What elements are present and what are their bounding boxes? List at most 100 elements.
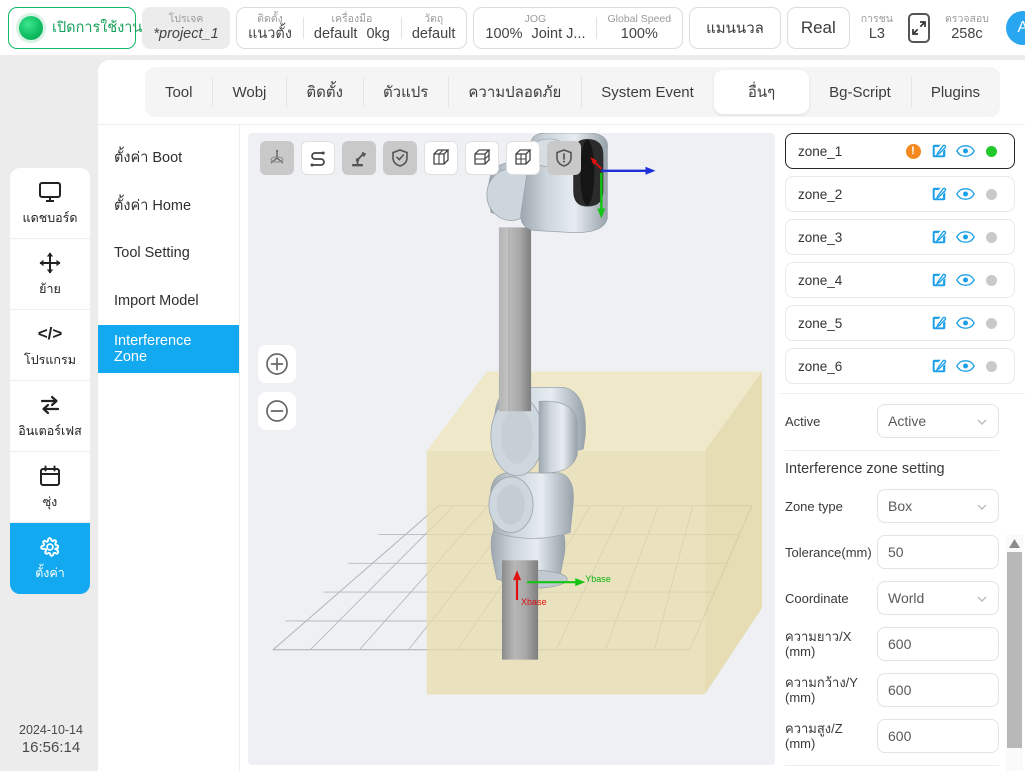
field-zone-type: Zone type Box bbox=[785, 489, 999, 523]
tab-safety[interactable]: ความปลอดภัย bbox=[448, 67, 581, 117]
submenu-item-boot[interactable]: ตั้งค่า Boot bbox=[98, 133, 239, 181]
zone-name-5: zone_5 bbox=[798, 315, 843, 331]
zone-visibility-icon-3[interactable] bbox=[952, 230, 978, 244]
enable-button[interactable]: เปิดการใช้งาน bbox=[8, 6, 142, 49]
real-mode-button[interactable]: Real bbox=[786, 6, 850, 49]
submenu-item-home[interactable]: ตั้งค่า Home bbox=[98, 181, 239, 229]
select-active[interactable]: Active bbox=[877, 404, 999, 438]
zone-visibility-icon-6[interactable] bbox=[952, 359, 978, 373]
global-speed-cell[interactable]: Global Speed 100% bbox=[596, 8, 682, 48]
tab-bg-script[interactable]: Bg-Script bbox=[809, 67, 911, 117]
zone-visibility-icon-5[interactable] bbox=[952, 316, 978, 330]
tab-variables[interactable]: ตัวแปร bbox=[362, 67, 448, 117]
field-height-z: ความสูง/Z (mm) 600 bbox=[785, 719, 999, 753]
zone-visibility-icon-2[interactable] bbox=[952, 187, 978, 201]
speed-group[interactable]: JOG 100% Joint J... Global Speed 100% bbox=[473, 6, 684, 49]
zone-status-dot-3 bbox=[978, 231, 1004, 243]
zone-status-dot-2 bbox=[978, 188, 1004, 200]
zone-list-item-5[interactable]: zone_5 bbox=[785, 305, 1015, 341]
shield-check-icon[interactable] bbox=[383, 141, 417, 175]
zoom-out-button[interactable] bbox=[258, 392, 296, 430]
object-cell[interactable]: วัตถุ default bbox=[400, 8, 467, 48]
zone-list-item-1[interactable]: zone_1 ! bbox=[785, 133, 1015, 169]
zone-edit-icon-4[interactable] bbox=[926, 271, 952, 289]
label-height-z: ความสูง/Z (mm) bbox=[785, 721, 843, 751]
robot-scene: Ybase Xbase bbox=[248, 133, 775, 765]
scrollbar-thumb[interactable] bbox=[1007, 552, 1022, 748]
sidebar-item-program[interactable]: </> โปรแกรม bbox=[10, 310, 90, 381]
mount-tool-object-group[interactable]: ติดตั้ง แนวตั้ง เครื่องมือ default 0kg ว… bbox=[236, 6, 468, 49]
scrollbar-track[interactable] bbox=[1006, 552, 1023, 771]
zone-edit-icon-6[interactable] bbox=[926, 357, 952, 375]
axis-tripod-icon[interactable] bbox=[260, 141, 294, 175]
install-value: แนวตั้ง bbox=[248, 25, 292, 42]
form-scrollbar[interactable] bbox=[1006, 535, 1023, 771]
axis-y-label: Ybase bbox=[585, 574, 611, 584]
zone-edit-icon-2[interactable] bbox=[926, 185, 952, 203]
input-tolerance[interactable]: 50 bbox=[877, 535, 999, 569]
label-zone-type: Zone type bbox=[785, 498, 843, 514]
cube-front-icon[interactable] bbox=[424, 141, 458, 175]
tab-bar: Tool Wobj ติดตั้ง ตัวแปร ความปลอดภัย Sys… bbox=[98, 60, 1025, 124]
submenu-item-import-model[interactable]: Import Model bbox=[98, 277, 239, 325]
zoom-out-icon-wrap[interactable] bbox=[258, 392, 296, 430]
tab-others[interactable]: อื่นๆ bbox=[713, 70, 810, 114]
zone-name-3: zone_3 bbox=[798, 229, 843, 245]
robot-3d-viewport[interactable]: Ybase Xbase bbox=[248, 133, 775, 765]
zone-list-item-2[interactable]: zone_2 bbox=[785, 176, 1015, 212]
manual-mode-button[interactable]: แมนนวล bbox=[689, 6, 781, 49]
zone-list-item-4[interactable]: zone_4 bbox=[785, 262, 1015, 298]
avatar[interactable]: A bbox=[1005, 10, 1025, 45]
label-width-y: ความกว้าง/Y (mm) bbox=[785, 675, 858, 705]
tab-tool[interactable]: Tool bbox=[145, 67, 213, 117]
project-button[interactable]: โปรเจค *project_1 bbox=[142, 6, 230, 49]
zone-status-dot-5 bbox=[978, 317, 1004, 329]
shield-warning-icon[interactable] bbox=[547, 141, 581, 175]
scroll-up-arrow-icon[interactable] bbox=[1008, 535, 1021, 552]
input-height-z[interactable]: 600 bbox=[877, 719, 999, 753]
zone-name-6: zone_6 bbox=[798, 358, 843, 374]
clock-date: 2024-10-14 bbox=[19, 723, 83, 737]
sidebar-item-dashboard[interactable]: แดชบอร์ด bbox=[10, 168, 90, 239]
cube-top-icon[interactable] bbox=[506, 141, 540, 175]
zone-list-item-3[interactable]: zone_3 bbox=[785, 219, 1015, 255]
input-length-x[interactable]: 600 bbox=[877, 627, 999, 661]
sidebar-label-schedule: ซุ่ง bbox=[42, 494, 58, 509]
cube-side-icon[interactable] bbox=[465, 141, 499, 175]
monitor-icon bbox=[38, 179, 62, 205]
sidebar-item-interface[interactable]: อินเตอร์เฟส bbox=[10, 381, 90, 452]
check-caption: ตรวจสอบ bbox=[944, 12, 989, 25]
robot-arm-icon[interactable] bbox=[342, 141, 376, 175]
tool-cell[interactable]: เครื่องมือ default 0kg bbox=[302, 8, 401, 48]
tab-plugins[interactable]: Plugins bbox=[910, 67, 1000, 117]
zone-warning-icon-1: ! bbox=[900, 143, 926, 159]
path-trajectory-icon[interactable] bbox=[301, 141, 335, 175]
zone-visibility-icon-1[interactable] bbox=[952, 144, 978, 158]
zoom-in-icon-wrap[interactable] bbox=[258, 345, 296, 383]
input-width-y[interactable]: 600 bbox=[877, 673, 999, 707]
zone-visibility-icon-4[interactable] bbox=[952, 273, 978, 287]
value-width-y: 600 bbox=[888, 682, 912, 698]
select-coordinate[interactable]: World bbox=[877, 581, 999, 615]
jog-cell[interactable]: JOG 100% Joint J... bbox=[474, 8, 596, 48]
enable-status-led bbox=[19, 15, 43, 40]
zone-edit-icon-5[interactable] bbox=[926, 314, 952, 332]
select-zone-type[interactable]: Box bbox=[877, 489, 999, 523]
submenu-item-interference-zone[interactable]: Interference Zone bbox=[98, 325, 239, 373]
submenu-item-tool-setting[interactable]: Tool Setting bbox=[98, 229, 239, 277]
expand-icon[interactable] bbox=[907, 12, 930, 43]
tab-system-event[interactable]: System Event bbox=[581, 67, 714, 117]
zone-edit-icon-1[interactable] bbox=[926, 142, 952, 160]
label-length-x: ความยาว/X (mm) bbox=[785, 629, 852, 659]
sidebar-item-settings[interactable]: ตั้งค่า bbox=[10, 523, 90, 594]
sidebar-item-schedule[interactable]: ซุ่ง bbox=[10, 452, 90, 523]
zone-list-item-6[interactable]: zone_6 bbox=[785, 348, 1015, 384]
tab-install[interactable]: ติดตั้ง bbox=[286, 67, 363, 117]
tab-wobj[interactable]: Wobj bbox=[212, 67, 286, 117]
zoom-in-button[interactable] bbox=[258, 345, 296, 383]
field-width-y: ความกว้าง/Y (mm) 600 bbox=[785, 673, 999, 707]
sidebar-item-move[interactable]: ย้าย bbox=[10, 239, 90, 310]
zone-edit-icon-3[interactable] bbox=[926, 228, 952, 246]
calendar-icon bbox=[39, 463, 61, 489]
install-cell[interactable]: ติดตั้ง แนวตั้ง bbox=[237, 8, 303, 48]
